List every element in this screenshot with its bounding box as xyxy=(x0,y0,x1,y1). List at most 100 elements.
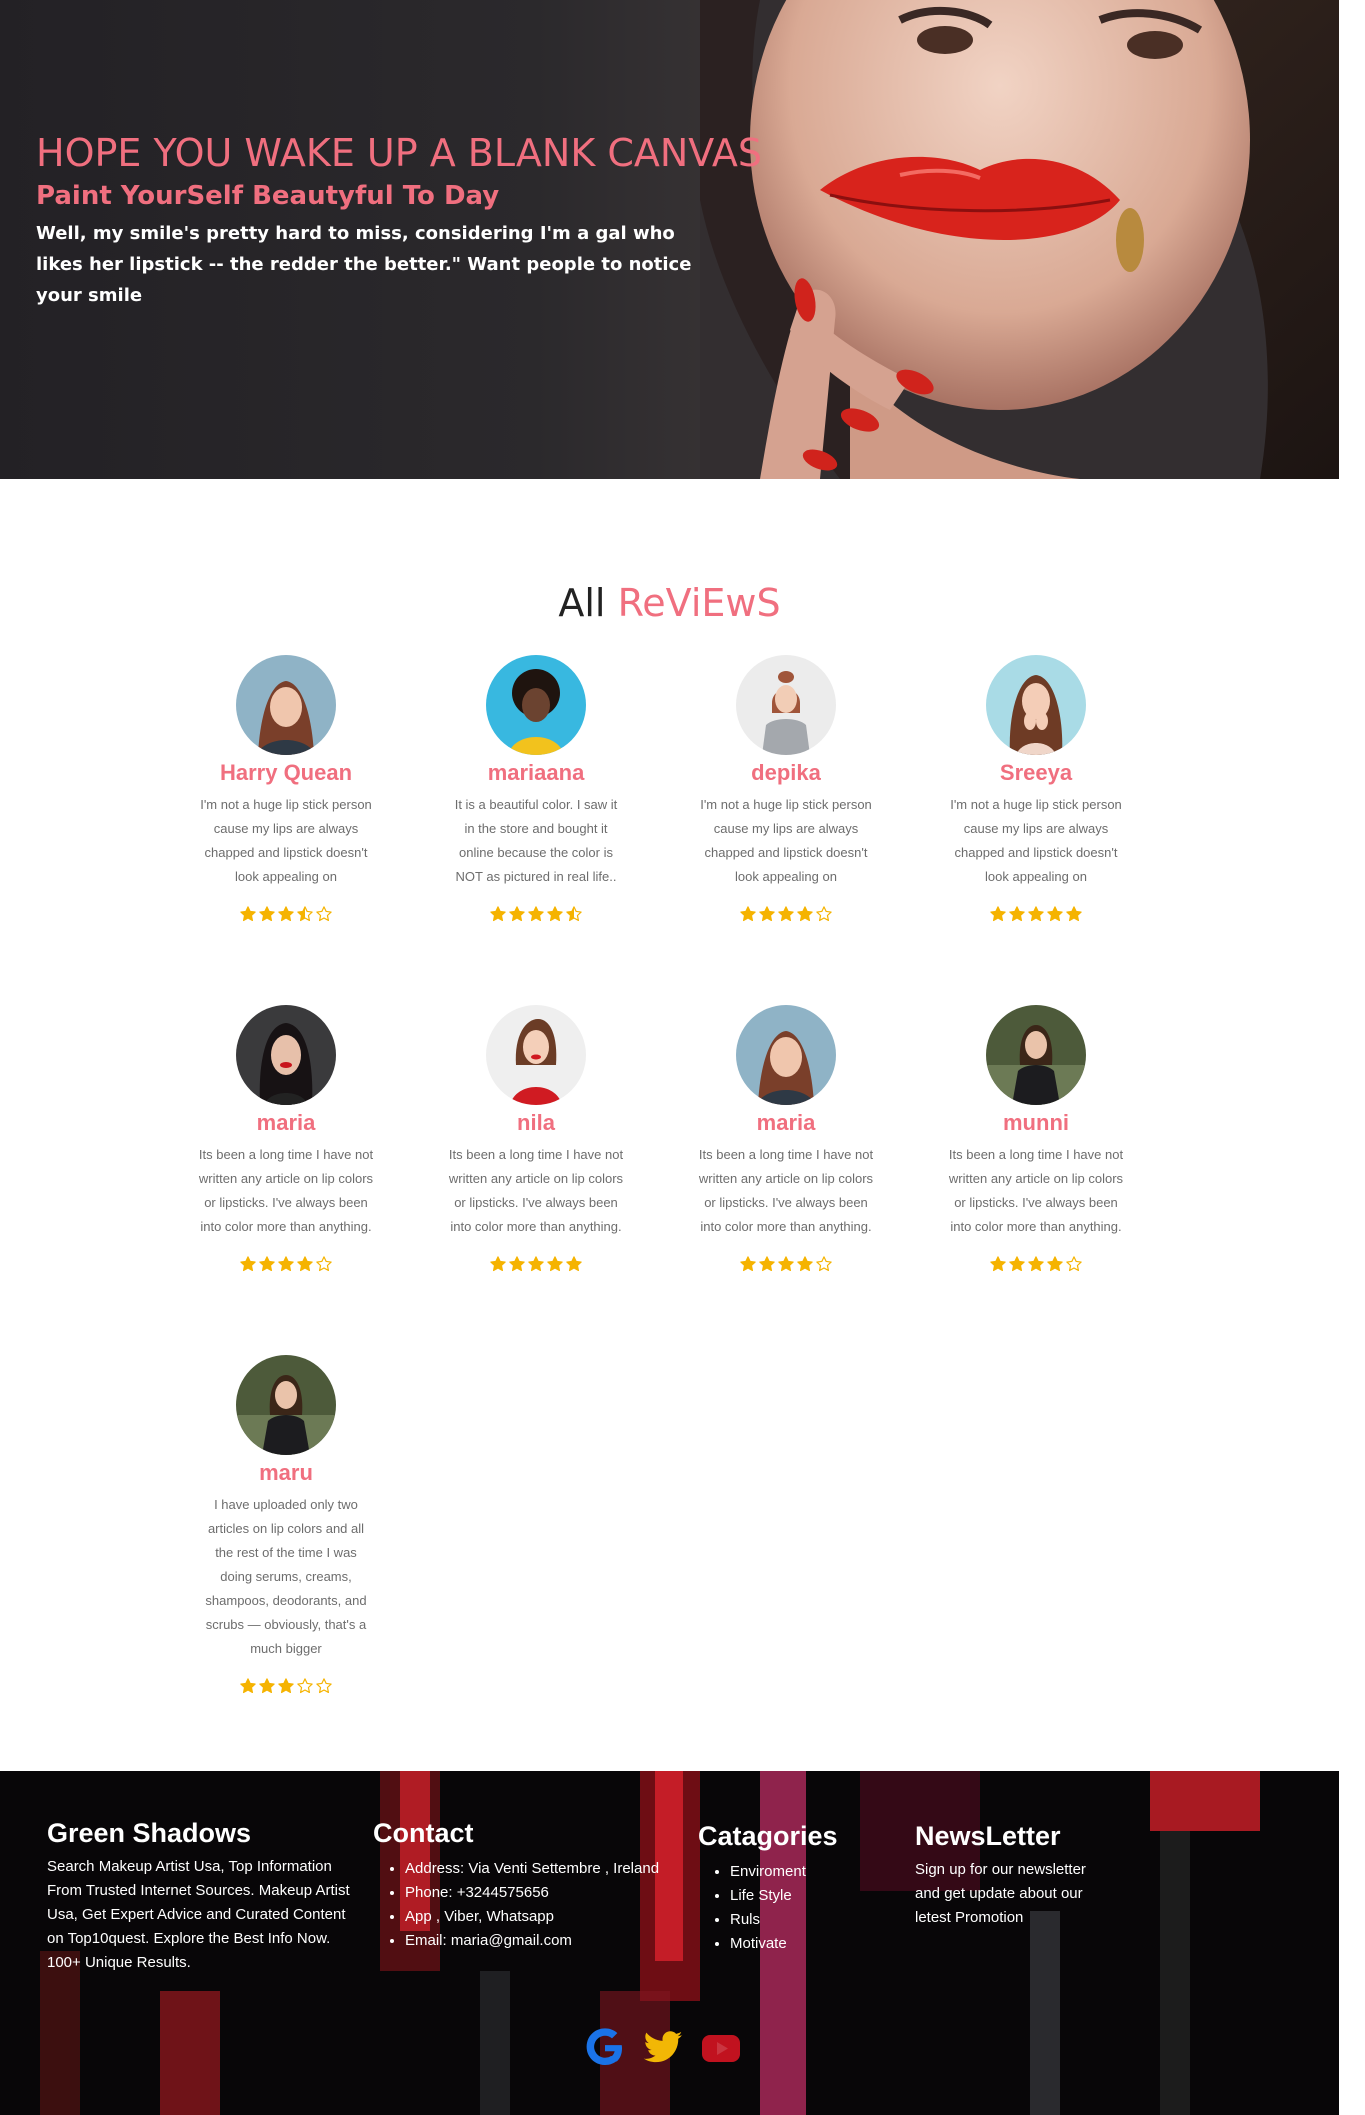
reviews-heading: All ReViEwS xyxy=(0,575,1339,631)
review-card: munni Its been a long time I have not wr… xyxy=(938,1005,1134,1275)
review-card: Sreeya I'm not a huge lip stick person c… xyxy=(938,655,1134,925)
star-icon-full xyxy=(259,906,275,922)
footer-contact-heading: Contact xyxy=(373,1818,474,1848)
star-icon-full xyxy=(240,906,256,922)
reviewer-avatar xyxy=(986,655,1086,755)
rating-stars xyxy=(188,905,384,925)
reviewer-avatar xyxy=(986,1005,1086,1105)
star-icon-full xyxy=(547,1256,563,1272)
review-card: nila Its been a long time I have not wri… xyxy=(438,1005,634,1275)
hero-text-block: HOPE YOU WAKE UP A BLANK CANVAS Paint Yo… xyxy=(36,128,776,311)
reviewer-avatar xyxy=(236,1005,336,1105)
star-icon-full xyxy=(1028,906,1044,922)
rating-stars xyxy=(438,905,634,925)
star-icon-full xyxy=(740,1256,756,1272)
hero-subtitle: Paint YourSelf Beautyful To Day xyxy=(36,181,500,211)
review-card: mariaana It is a beautiful color. I saw … xyxy=(438,655,634,925)
review-text: I'm not a huge lip stick person cause my… xyxy=(950,797,1122,884)
rating-stars xyxy=(938,1255,1134,1275)
star-icon-full xyxy=(759,906,775,922)
reviewer-avatar xyxy=(486,1005,586,1105)
star-icon-full xyxy=(547,906,563,922)
star-icon-full xyxy=(990,906,1006,922)
review-text: It is a beautiful color. I saw it in the… xyxy=(454,797,618,884)
reviewer-avatar xyxy=(736,1005,836,1105)
contact-email: Email: maria@gmail.com xyxy=(405,1929,703,1953)
twitter-icon[interactable] xyxy=(642,2027,684,2069)
star-icon-full xyxy=(1028,1256,1044,1272)
star-icon-empty xyxy=(816,906,832,922)
footer-categories-column: Catagories Enviroment Life Style Ruls Mo… xyxy=(698,1818,898,1956)
star-icon-full xyxy=(509,906,525,922)
star-icon-full xyxy=(740,906,756,922)
review-text: I have uploaded only two articles on lip… xyxy=(205,1497,367,1656)
review-card: maria Its been a long time I have not wr… xyxy=(188,1005,384,1275)
review-text: Its been a long time I have not written … xyxy=(698,1147,874,1234)
category-link[interactable]: Enviroment xyxy=(730,1860,898,1884)
review-card: Harry Quean I'm not a huge lip stick per… xyxy=(188,655,384,925)
hero-body: Well, my smile's pretty hard to miss, co… xyxy=(36,223,692,306)
reviewer-name: mariaana xyxy=(487,760,585,785)
reviewer-name: Harry Quean xyxy=(219,760,353,785)
star-icon-full xyxy=(240,1678,256,1694)
footer-brand-heading: Green Shadows xyxy=(47,1818,252,1848)
star-icon-full xyxy=(528,1256,544,1272)
star-icon-half xyxy=(566,906,582,922)
star-icon-full xyxy=(240,1256,256,1272)
category-link[interactable]: Life Style xyxy=(730,1884,898,1908)
star-icon-full xyxy=(778,906,794,922)
reviewer-name: maru xyxy=(259,1460,313,1485)
footer-newsletter-text: Sign up for our newsletter and get updat… xyxy=(915,1861,1086,1926)
reviews-heading-plain: All xyxy=(558,581,606,625)
contact-phone: Phone: +3244575656 xyxy=(405,1881,703,1905)
rating-stars xyxy=(438,1255,634,1275)
review-card: maria Its been a long time I have not wr… xyxy=(688,1005,884,1275)
review-text: Its been a long time I have not written … xyxy=(948,1147,1124,1234)
hero-title: HOPE YOU WAKE UP A BLANK CANVAS xyxy=(36,131,762,175)
reviewer-name: depika xyxy=(751,760,821,785)
category-link[interactable]: Motivate xyxy=(730,1932,898,1956)
reviewer-name: munni xyxy=(1003,1110,1069,1135)
reviews-heading-accent: ReViEwS xyxy=(617,581,781,625)
google-icon[interactable] xyxy=(584,2027,626,2069)
review-text: Its been a long time I have not written … xyxy=(198,1147,374,1234)
site-footer: Green Shadows Search Makeup Artist Usa, … xyxy=(0,1771,1339,2115)
star-icon-full xyxy=(278,1256,294,1272)
star-icon-full xyxy=(778,1256,794,1272)
star-icon-full xyxy=(1066,906,1082,922)
reviewer-avatar xyxy=(236,655,336,755)
contact-address: Address: Via Venti Settembre , Ireland xyxy=(405,1857,703,1881)
star-icon-full xyxy=(528,906,544,922)
footer-newsletter-heading: NewsLetter xyxy=(915,1821,1061,1851)
reviewer-name: nila xyxy=(517,1110,555,1135)
star-icon-empty xyxy=(316,1678,332,1694)
star-icon-empty xyxy=(316,906,332,922)
star-icon-full xyxy=(1009,906,1025,922)
star-icon-empty xyxy=(816,1256,832,1272)
star-icon-full xyxy=(797,1256,813,1272)
star-icon-empty xyxy=(1066,1256,1082,1272)
hero-model-image xyxy=(700,0,1339,479)
category-link[interactable]: Ruls xyxy=(730,1908,898,1932)
contact-list: Address: Via Venti Settembre , Ireland P… xyxy=(373,1857,703,1953)
rating-stars xyxy=(688,905,884,925)
star-icon-full xyxy=(490,906,506,922)
star-icon-full xyxy=(297,1256,313,1272)
rating-stars xyxy=(188,1255,384,1275)
star-icon-half xyxy=(297,906,313,922)
review-text: I'm not a huge lip stick person cause my… xyxy=(200,797,372,884)
reviewer-name: maria xyxy=(256,1110,316,1135)
star-icon-empty xyxy=(297,1678,313,1694)
star-icon-full xyxy=(759,1256,775,1272)
rating-stars xyxy=(188,1677,384,1697)
footer-newsletter-column: NewsLetter Sign up for our newsletter an… xyxy=(915,1818,1115,1930)
categories-list: Enviroment Life Style Ruls Motivate xyxy=(698,1860,898,1956)
star-icon-full xyxy=(490,1256,506,1272)
reviewer-avatar xyxy=(236,1355,336,1455)
youtube-icon[interactable] xyxy=(700,2027,742,2069)
star-icon-full xyxy=(259,1256,275,1272)
star-icon-full xyxy=(797,906,813,922)
contact-apps: App , Viber, Whatsapp xyxy=(405,1905,703,1929)
star-icon-full xyxy=(1047,906,1063,922)
reviewer-avatar xyxy=(486,655,586,755)
